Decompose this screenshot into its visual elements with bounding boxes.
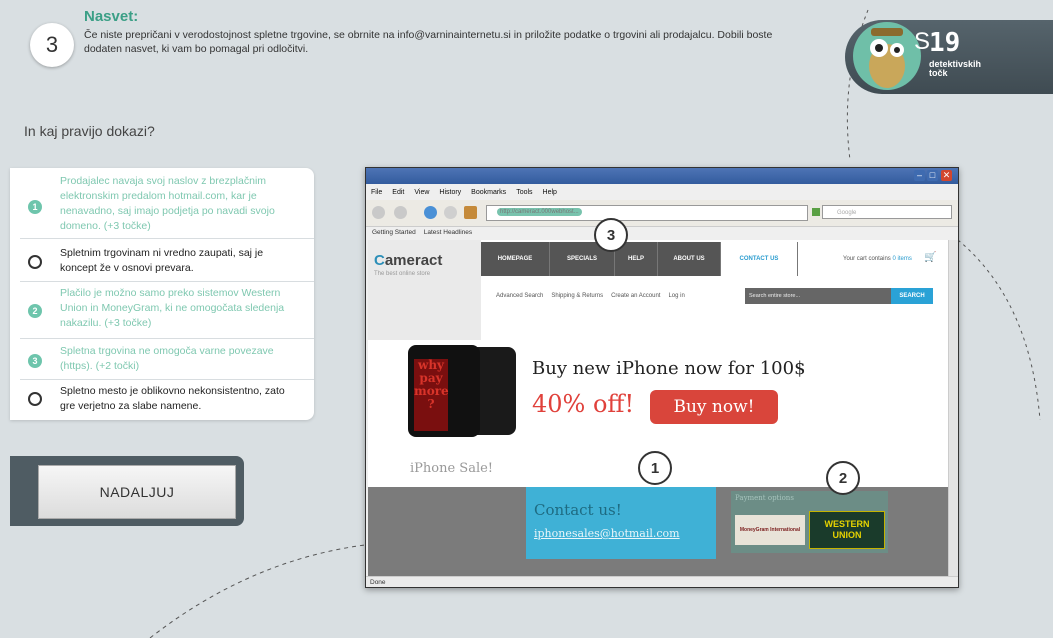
evidence-number-badge: 3 — [28, 354, 42, 368]
url-text: http://cameract.000webhost... — [497, 208, 582, 216]
buy-now-button[interactable]: Buy now! — [650, 390, 778, 424]
browser-search-input[interactable]: Google — [822, 205, 952, 219]
callout-1[interactable]: 1 — [638, 451, 672, 485]
step-number-badge: 3 — [30, 23, 74, 67]
site-tagline: The best online store — [374, 271, 431, 277]
site-subnav: Advanced Search Shipping & Returns Creat… — [496, 293, 685, 299]
page-scrollbar[interactable] — [948, 240, 958, 576]
forward-icon[interactable] — [394, 206, 407, 219]
contact-email-link[interactable]: iphonesales@hotmail.com — [534, 527, 680, 540]
nav-homepage[interactable]: HOMEPAGE — [481, 242, 550, 276]
evidence-number-badge: 2 — [28, 304, 42, 318]
menu-tools[interactable]: Tools — [516, 189, 532, 196]
callout-3[interactable]: 3 — [594, 218, 628, 252]
menu-view[interactable]: View — [414, 189, 429, 196]
callout-2[interactable]: 2 — [826, 461, 860, 495]
evidence-number-badge: 1 — [28, 200, 42, 214]
wu-line1: WESTERN — [824, 519, 870, 529]
payment-options-box: Payment options MoneyGram International … — [731, 491, 888, 553]
phone-screen-line: ? — [427, 397, 435, 411]
question-heading: In kaj pravijo dokazi? — [24, 123, 155, 139]
payment-options-label: Payment options — [735, 494, 794, 502]
browser-menubar: File Edit View History Bookmarks Tools H… — [366, 185, 958, 199]
score-value: 19 — [929, 28, 961, 58]
web-page: Cameract The best online store HOMEPAGE … — [368, 240, 948, 576]
menu-help[interactable]: Help — [543, 189, 557, 196]
site-logo[interactable]: Cameract — [374, 252, 442, 269]
reload-icon[interactable] — [424, 206, 437, 219]
menu-bookmarks[interactable]: Bookmarks — [471, 189, 506, 196]
link-advanced-search[interactable]: Advanced Search — [496, 293, 543, 299]
link-create-account[interactable]: Create an Account — [611, 293, 660, 299]
logo-rest: ameract — [384, 252, 443, 269]
continue-button[interactable]: NADALJUJ — [38, 465, 236, 519]
evidence-text: Prodajalec navaja svoj naslov z brezplač… — [60, 175, 275, 232]
back-icon[interactable] — [372, 206, 385, 219]
radio-circle-icon[interactable] — [28, 255, 42, 269]
store-search-input[interactable]: Search entire store... — [745, 288, 891, 304]
iphone-promo-image: why pay more ? iPhone Sale! — [408, 345, 528, 476]
divider — [20, 281, 314, 282]
score-badge: S 19 detektivskih točk — [845, 20, 1053, 94]
cart-text: Your cart contains — [843, 256, 891, 262]
evidence-text: Spletnim trgovinam ni vredno zaupati, sa… — [60, 247, 264, 274]
score-s-glyph: S — [914, 28, 931, 55]
site-header-logo-area: Cameract The best online store — [368, 240, 481, 340]
site-nav: HOMEPAGE SPECIALS HELP ABOUT US CONTACT … — [481, 242, 951, 276]
divider — [20, 379, 314, 380]
detective-mascot-icon — [853, 22, 921, 90]
maximize-icon[interactable]: □ — [927, 170, 938, 181]
evidence-text: Plačilo je možno samo preko sistemov Wes… — [60, 287, 285, 329]
evidence-list: 1 Prodajalec navaja svoj naslov z brezpl… — [10, 168, 314, 420]
western-union-logo: WESTERN UNION — [809, 511, 885, 549]
home-icon[interactable] — [464, 206, 477, 219]
promo-title: Buy new iPhone now for 100$ — [532, 358, 806, 379]
cart-summary[interactable]: Your cart contains 0 items — [843, 256, 912, 262]
moneygram-logo: MoneyGram International — [735, 515, 805, 545]
bookmarks-bar: Getting Started Latest Headlines — [366, 226, 958, 239]
menu-history[interactable]: History — [439, 189, 461, 196]
minimize-icon[interactable]: – — [914, 170, 925, 181]
bookmark-latest-headlines[interactable]: Latest Headlines — [424, 229, 472, 236]
store-search-button[interactable]: SEARCH — [891, 288, 933, 304]
evidence-text: Spletna trgovina ne omogoča varne poveza… — [60, 345, 274, 372]
score-label-line2: točk — [929, 68, 948, 78]
logo-initial: C — [374, 252, 385, 269]
browser-titlebar: – □ ✕ — [366, 168, 958, 184]
evidence-text: Spletno mesto je oblikovno nekonsistentn… — [60, 385, 285, 412]
iphone-sale-caption: iPhone Sale! — [410, 461, 494, 476]
iphone-front-image: why pay more ? — [408, 345, 480, 437]
bookmark-getting-started[interactable]: Getting Started — [372, 229, 416, 236]
nav-about-us[interactable]: ABOUT US — [658, 242, 721, 276]
cart-icon[interactable]: 🛒 — [924, 252, 936, 263]
contact-title: Contact us! — [534, 501, 622, 519]
continue-button-panel: NADALJUJ — [10, 456, 244, 526]
go-icon[interactable] — [812, 208, 820, 216]
url-bar[interactable]: http://cameract.000webhost... — [486, 205, 808, 221]
tip-title: Nasvet: — [84, 8, 139, 25]
menu-file[interactable]: File — [371, 189, 382, 196]
browser-navbar: http://cameract.000webhost... Google — [366, 200, 958, 227]
promo-discount: 40% off! — [532, 390, 635, 418]
phone-screen: why pay more ? — [414, 359, 449, 431]
link-shipping-returns[interactable]: Shipping & Returns — [551, 293, 603, 299]
tip-text: Če niste prepričani v verodostojnost spl… — [84, 29, 773, 55]
browser-window: – □ ✕ File Edit View History Bookmarks T… — [365, 167, 959, 588]
browser-status-bar: Done — [366, 576, 958, 587]
close-icon[interactable]: ✕ — [941, 170, 952, 181]
nav-contact-us[interactable]: CONTACT US — [721, 242, 798, 276]
score-label: detektivskih točk — [929, 60, 981, 78]
contact-box: Contact us! iphonesales@hotmail.com — [526, 487, 716, 559]
link-log-in[interactable]: Log in — [668, 293, 684, 299]
cart-count: 0 items — [892, 256, 912, 262]
menu-edit[interactable]: Edit — [392, 189, 404, 196]
divider — [20, 338, 314, 339]
radio-circle-icon[interactable] — [28, 392, 42, 406]
wu-line2: UNION — [832, 530, 862, 540]
divider — [20, 238, 314, 239]
stop-icon[interactable] — [444, 206, 457, 219]
